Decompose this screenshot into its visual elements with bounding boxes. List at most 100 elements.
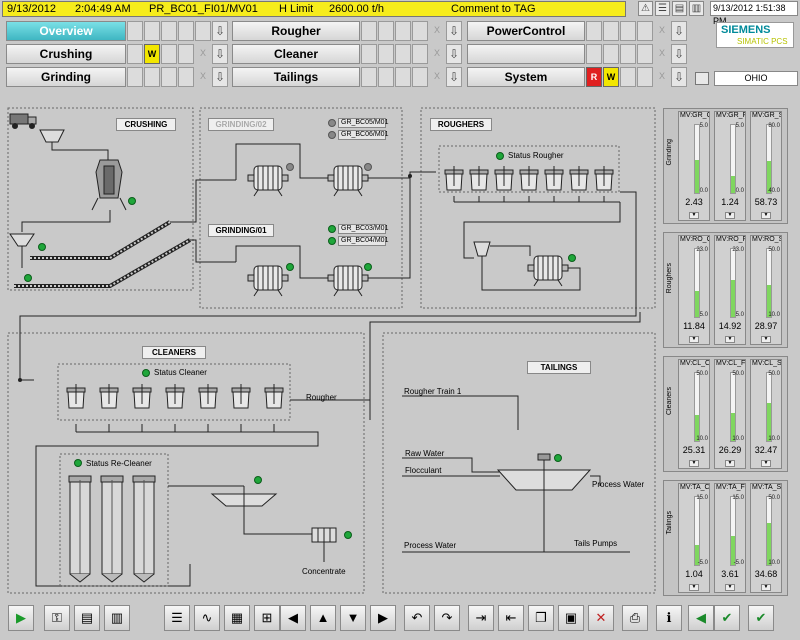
- grinding02-section-label: GRINDING/02: [208, 118, 274, 131]
- tails-pumps-label: Tails Pumps: [574, 539, 618, 548]
- check-all-icon[interactable]: ✔: [748, 605, 774, 631]
- gauge-max: 15.0: [732, 495, 744, 501]
- thickener-icon: [210, 486, 278, 510]
- motor-tag-bc04[interactable]: GR_BC04/M01: [338, 236, 388, 246]
- printer-icon[interactable]: ⎙: [622, 605, 648, 631]
- screen-status-icon: [38, 243, 46, 251]
- gauge[interactable]: MV:RO_Solid 50.0 10.0 28.97 ▼: [750, 235, 782, 345]
- gauge-min: 0.0: [735, 188, 744, 194]
- gauge-max: 5.0: [735, 123, 744, 129]
- gauge[interactable]: MV:CL_Fe 50.0 10.0 26.29 ▼: [714, 359, 746, 469]
- gauge-detail-button[interactable]: ▼: [725, 460, 735, 467]
- gauge-detail-button[interactable]: ▼: [725, 336, 735, 343]
- gauge-min: 5.0: [699, 312, 708, 318]
- arrow-up-icon[interactable]: ▲: [310, 605, 336, 631]
- gauge-min: 0.0: [699, 188, 708, 194]
- arrow-down-icon[interactable]: ▼: [340, 605, 366, 631]
- crushing-section: [7, 107, 194, 291]
- horn-icon[interactable]: ◀: [688, 605, 714, 631]
- play-icon[interactable]: ▶: [8, 605, 34, 631]
- motor-status-icon: [328, 237, 336, 245]
- gauge-value: 28.97: [754, 321, 778, 331]
- column-cell-icon: [100, 475, 124, 583]
- gauge-max: 50.0: [696, 371, 708, 377]
- folder-icon[interactable]: ▤: [74, 605, 100, 631]
- gauge-detail-button[interactable]: ▼: [761, 212, 771, 219]
- list-icon[interactable]: ☰: [164, 605, 190, 631]
- arrow-right-icon[interactable]: ▶: [370, 605, 396, 631]
- gauge[interactable]: MV:TA_Fe 15.0 -5.0 3.61 ▼: [714, 483, 746, 593]
- gauge[interactable]: MV:TA_Solid 50.0 10.0 34.68 ▼: [750, 483, 782, 593]
- mill-status-icon: [286, 163, 294, 171]
- flocculant-label: Flocculant: [405, 466, 442, 475]
- check-icon[interactable]: ✔: [714, 605, 740, 631]
- arrow-left-icon[interactable]: ◀: [280, 605, 306, 631]
- gauge-detail-button[interactable]: ▼: [761, 584, 771, 591]
- info-icon[interactable]: ℹ: [656, 605, 682, 631]
- gauge-fill: [695, 291, 699, 317]
- undo-icon[interactable]: ↶: [404, 605, 430, 631]
- gauge-name: MV:GR_Solid: [752, 112, 781, 119]
- gauge[interactable]: MV:GR_Solid 80.0 40.0 58.73 ▼: [750, 111, 782, 221]
- gauge-detail-button[interactable]: ▼: [689, 584, 699, 591]
- gauge-min: 10.0: [696, 436, 708, 442]
- gauge-min: -5.0: [733, 560, 744, 566]
- gauge-min: 10.0: [768, 560, 780, 566]
- gauge[interactable]: MV:RO_Cu 23.0 5.0 11.84 ▼: [678, 235, 710, 345]
- flotation-cell-icon: [594, 165, 614, 191]
- gauge-detail-button[interactable]: ▼: [689, 460, 699, 467]
- gauge-detail-button[interactable]: ▼: [761, 460, 771, 467]
- cone-crusher-icon: [91, 159, 127, 211]
- flotation-cell-icon: [519, 165, 539, 191]
- gauge-max: 23.0: [732, 247, 744, 253]
- motor-status-icon: [328, 131, 336, 139]
- column-cell-icon: [132, 475, 156, 583]
- gauge[interactable]: MV:CL_Cu 50.0 10.0 25.31 ▼: [678, 359, 710, 469]
- filter-icon: [311, 527, 337, 543]
- gauge-max: 23.0: [696, 247, 708, 253]
- window-icon[interactable]: ❐: [528, 605, 554, 631]
- redo-icon[interactable]: ↷: [434, 605, 460, 631]
- save-icon[interactable]: ▣: [558, 605, 584, 631]
- trend-icon[interactable]: ∿: [194, 605, 220, 631]
- gauge[interactable]: MV:TA_Cu 15.0 -5.0 1.04 ▼: [678, 483, 710, 593]
- gauge-detail-button[interactable]: ▼: [761, 336, 771, 343]
- mill-status-icon: [286, 263, 294, 271]
- cleaner-cell-icon: [231, 383, 251, 409]
- conveyor-status-icon: [24, 274, 32, 282]
- gauge-min: -5.0: [697, 560, 708, 566]
- gauge[interactable]: MV:GR_Fe 5.0 0.0 1.24 ▼: [714, 111, 746, 221]
- folder-c-icon[interactable]: ▥: [104, 605, 130, 631]
- export-icon[interactable]: ⇤: [498, 605, 524, 631]
- close-window-icon[interactable]: ✕: [588, 605, 614, 631]
- gauge-detail-button[interactable]: ▼: [689, 212, 699, 219]
- gauge-bar: [694, 496, 700, 566]
- cleaner-cell-icon: [198, 383, 218, 409]
- tailings-section-label: TAILINGS: [527, 361, 591, 374]
- gauge[interactable]: MV:GR_Cu 5.0 0.0 2.43 ▼: [678, 111, 710, 221]
- flotation-cell-icon: [469, 165, 489, 191]
- cleaner-cell-icon: [165, 383, 185, 409]
- motor-tag-bc06[interactable]: GR_BC06/M01: [338, 130, 388, 140]
- gauge-icon[interactable]: ▦: [224, 605, 250, 631]
- gauge-name: MV:CL_Cu: [680, 360, 709, 367]
- gauge-bar: [766, 496, 772, 566]
- gauge[interactable]: MV:RO_Fe 23.0 5.0 14.92 ▼: [714, 235, 746, 345]
- crushing-section-label: CRUSHING: [116, 118, 176, 131]
- gauge-max: 50.0: [768, 247, 780, 253]
- gauge-name: MV:TA_Solid: [752, 484, 781, 491]
- motor-tag-bc03[interactable]: GR_BC03/M01: [338, 224, 388, 234]
- key-icon[interactable]: ⚿: [44, 605, 70, 631]
- motor-tag-bc05[interactable]: GR_BC05/M01: [338, 118, 388, 128]
- gauge-detail-button[interactable]: ▼: [725, 584, 735, 591]
- gauge-detail-button[interactable]: ▼: [689, 336, 699, 343]
- gauge-name: MV:RO_Solid: [752, 236, 781, 243]
- gauge-max: 50.0: [768, 495, 780, 501]
- import-icon[interactable]: ⇥: [468, 605, 494, 631]
- gauge-bar: [730, 248, 736, 318]
- regrind-mill-icon: [527, 255, 569, 287]
- gauge[interactable]: MV:CL_Solid 50.0 10.0 32.47 ▼: [750, 359, 782, 469]
- mill-status-icon: [364, 163, 372, 171]
- gauge-detail-button[interactable]: ▼: [725, 212, 735, 219]
- tree-icon[interactable]: ⊞: [254, 605, 280, 631]
